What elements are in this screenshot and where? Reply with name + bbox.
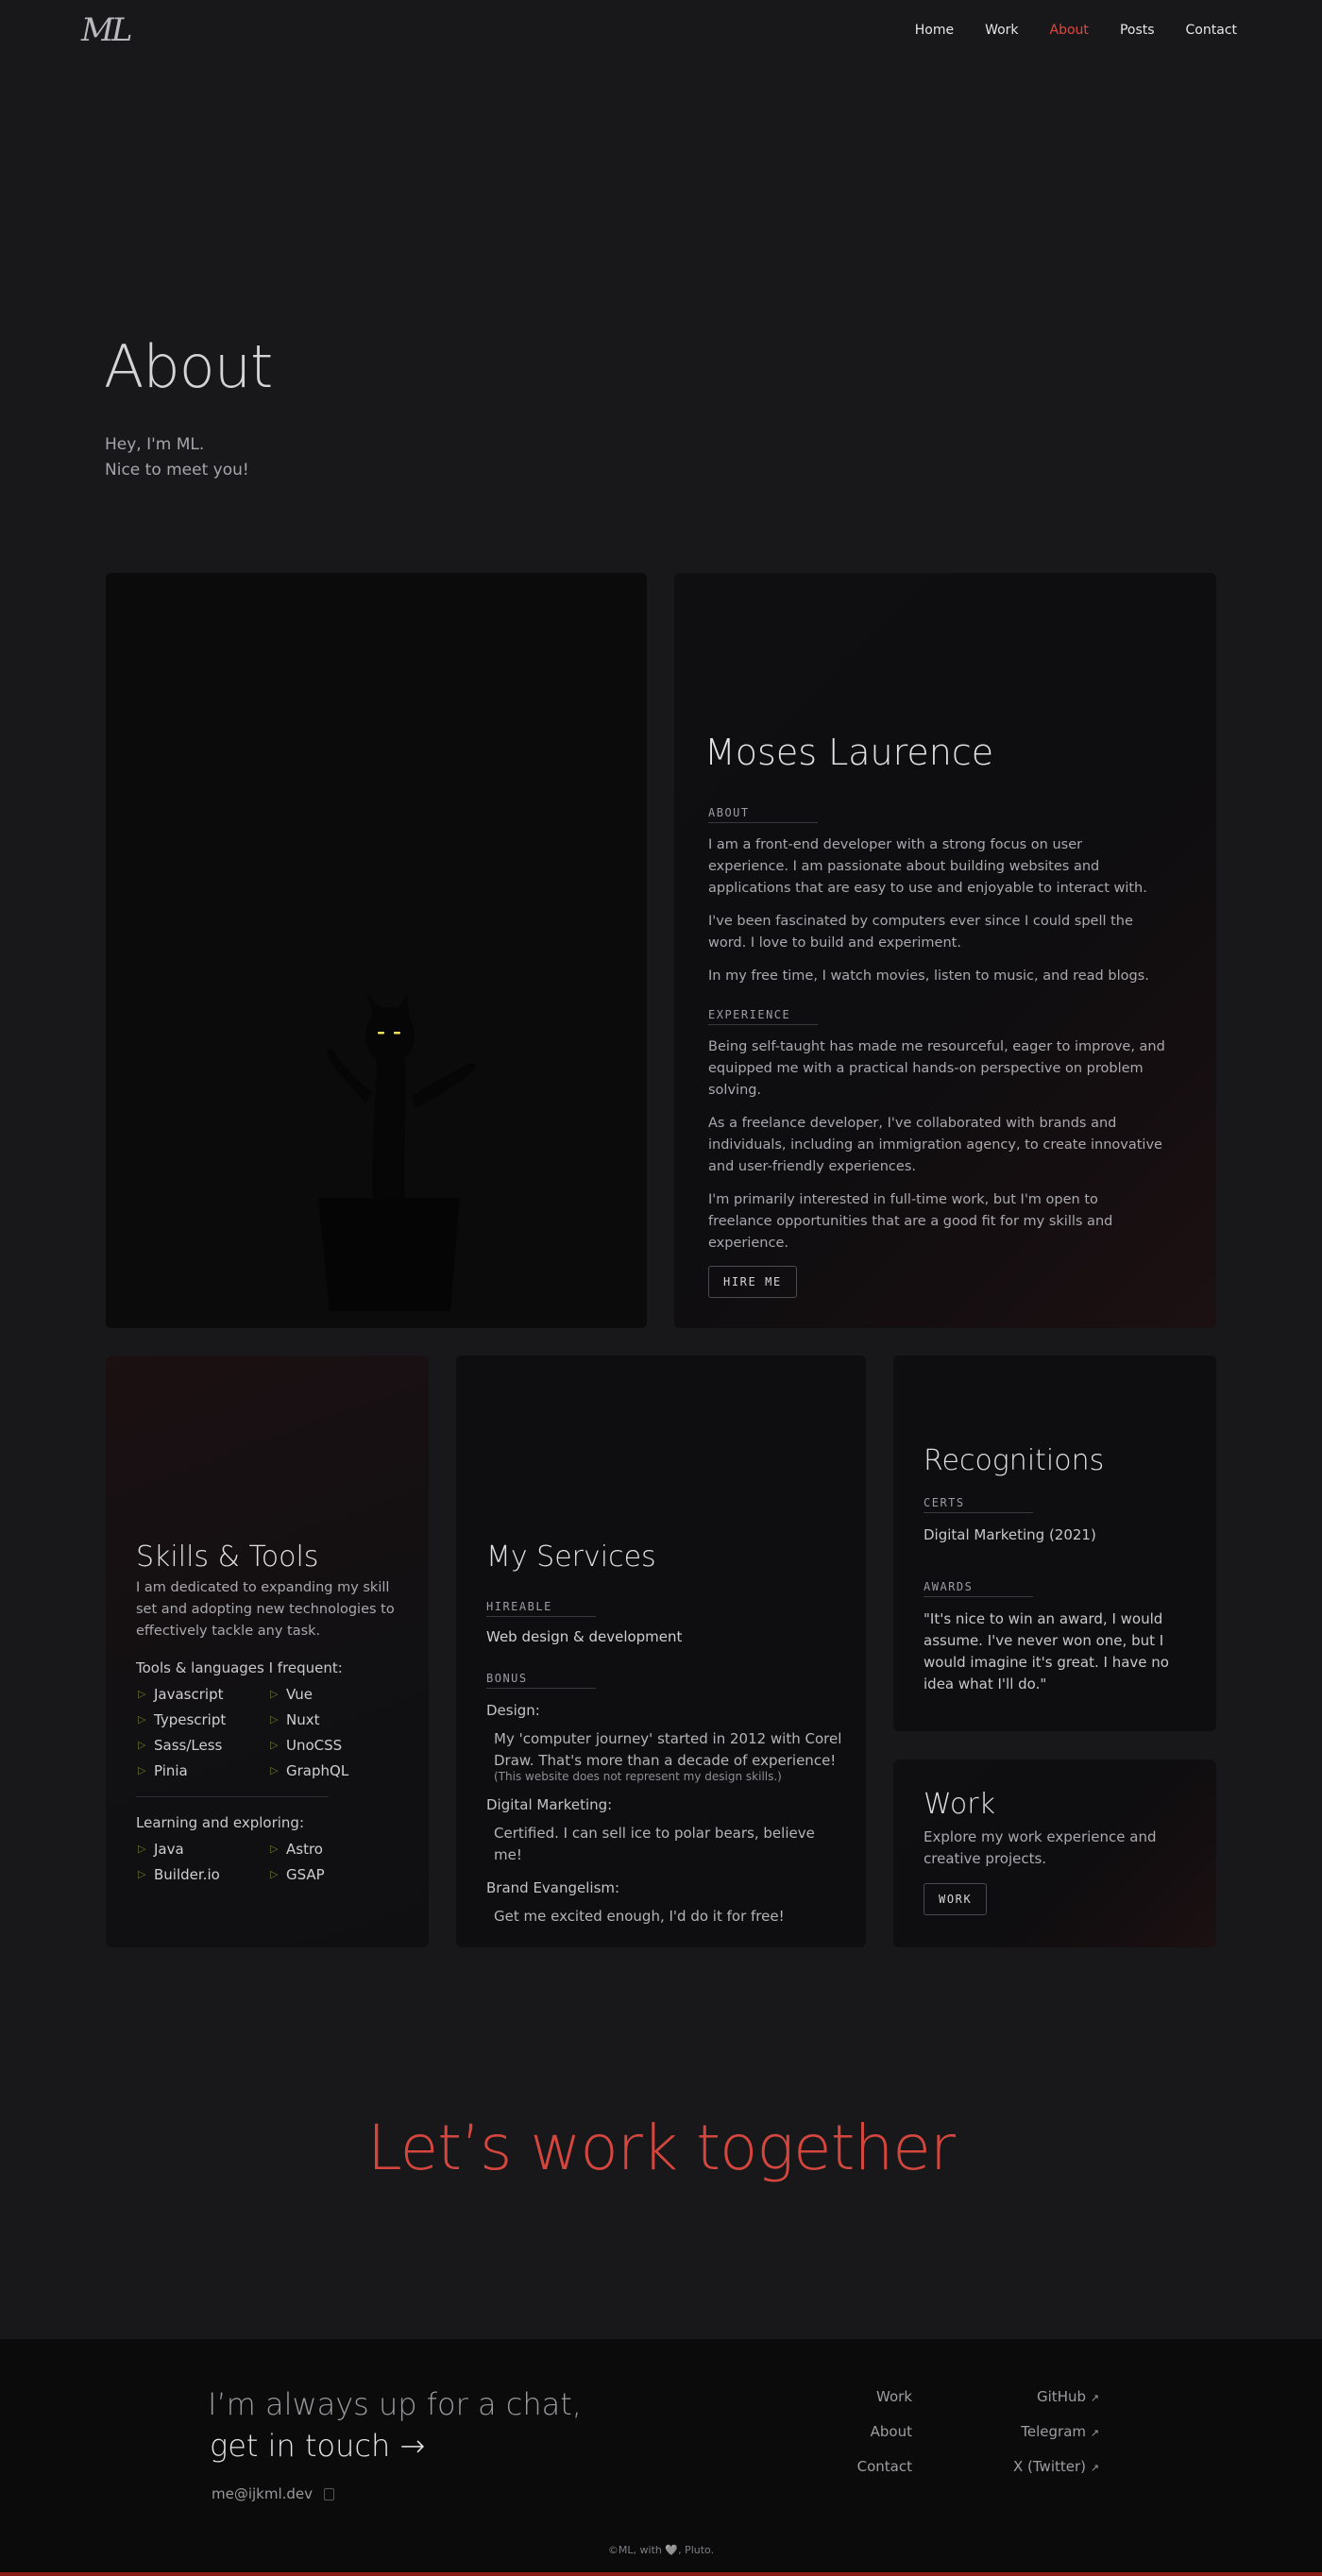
about-paragraph: I am a front-end developer with a strong…: [708, 837, 1147, 896]
footer-nav: Work About Contact: [857, 2388, 912, 2475]
work-description: Explore my work experience and creative …: [924, 1828, 1157, 1867]
footer-link-work[interactable]: Work: [857, 2388, 912, 2405]
email-address[interactable]: me@ijkml.dev: [212, 2485, 313, 2502]
site-logo[interactable]: ML: [81, 11, 132, 49]
hire-me-button[interactable]: HIRE ME: [708, 1266, 797, 1298]
external-link-icon: ↗: [1090, 2392, 1099, 2404]
experience-paragraph: Being self-taught has made me resourcefu…: [708, 1039, 1165, 1098]
awards-label: AWARDS: [924, 1580, 1033, 1597]
nav-links: Home Work About Posts Contact: [915, 23, 1237, 38]
nav-link-posts[interactable]: Posts: [1120, 23, 1155, 38]
top-nav: ML Home Work About Posts Contact: [0, 0, 1322, 64]
footer: I’m always up for a chat, get in touch →…: [0, 2339, 1322, 2576]
nav-link-home[interactable]: Home: [915, 23, 954, 38]
bio-card: Moses Laurence ABOUT I am a front-end de…: [674, 573, 1216, 1328]
get-in-touch-link[interactable]: get in touch →: [210, 2428, 425, 2464]
skill-item: UnoCSS: [268, 1737, 400, 1754]
skill-item: Java: [136, 1841, 268, 1858]
services-title: My Services: [486, 1541, 656, 1574]
about-label: ABOUT: [708, 806, 818, 823]
learning-list: Java Astro Builder.io GSAP: [136, 1841, 410, 1883]
external-link-icon: ↗: [1090, 2462, 1099, 2474]
skill-item: Builder.io: [136, 1866, 268, 1883]
footer-link-telegram[interactable]: Telegram ↗: [1013, 2423, 1099, 2440]
frequent-tools-label: Tools & languages I frequent:: [136, 1659, 343, 1676]
bio-name: Moses Laurence: [704, 732, 994, 773]
footer-link-about[interactable]: About: [857, 2423, 912, 2440]
skills-divider: [136, 1796, 329, 1797]
skills-content: Skills & Tools I am dedicated to expandi…: [136, 1541, 410, 1883]
nav-link-work[interactable]: Work: [985, 23, 1018, 38]
about-paragraph: I've been fascinated by computers ever s…: [708, 914, 1133, 951]
experience-paragraph: As a freelance developer, I've collabora…: [708, 1116, 1162, 1174]
experience-label: EXPERIENCE: [708, 1008, 818, 1025]
nav-link-contact[interactable]: Contact: [1186, 23, 1237, 38]
footer-email: me@ijkml.dev: [212, 2485, 335, 2502]
hireable-label: HIREABLE: [486, 1600, 596, 1617]
skill-item: GSAP: [268, 1866, 400, 1883]
skill-item: GraphQL: [268, 1762, 400, 1779]
bottom-accent-bar: [0, 2572, 1322, 2576]
work-content: Work Explore my work experience and crea…: [924, 1788, 1197, 1915]
skill-item: Vue: [268, 1686, 400, 1703]
design-note: (This website does not represent my desi…: [494, 1770, 782, 1783]
award-quote: "It's nice to win an award, I would assu…: [924, 1610, 1169, 1692]
learning-label: Learning and exploring:: [136, 1814, 305, 1831]
copyright: ©ML, with 🩶, Pluto.: [607, 2544, 715, 2556]
recognitions-title: Recognitions: [924, 1444, 1105, 1477]
footer-link-github[interactable]: GitHub ↗: [1013, 2388, 1099, 2405]
work-title: Work: [924, 1788, 995, 1821]
skills-card: Skills & Tools I am dedicated to expandi…: [106, 1355, 429, 1947]
footer-link-contact[interactable]: Contact: [857, 2458, 912, 2475]
groot-figure-illustration: [318, 992, 476, 1311]
marketing-text: Certified. I can sell ice to polar bears…: [494, 1825, 815, 1863]
portrait-card: [106, 573, 647, 1328]
brand-heading: Brand Evangelism:: [486, 1879, 620, 1896]
services-card: My Services HIREABLE Web design & develo…: [456, 1355, 866, 1947]
skill-item: Javascript: [136, 1686, 268, 1703]
certs-label: CERTS: [924, 1496, 1033, 1513]
nav-link-about[interactable]: About: [1050, 23, 1089, 38]
twitter-label: X (Twitter): [1012, 2458, 1086, 2475]
design-text: My 'computer journey' started in 2012 wi…: [494, 1730, 842, 1769]
skill-item: Typescript: [136, 1711, 268, 1728]
hero-greeting-2: Nice to meet you!: [105, 461, 249, 480]
skill-item: Astro: [268, 1841, 400, 1858]
design-heading: Design:: [486, 1702, 540, 1719]
skills-title: Skills & Tools: [136, 1541, 319, 1574]
github-label: GitHub: [1037, 2388, 1086, 2405]
skill-item: Sass/Less: [136, 1737, 268, 1754]
frequent-tools-list: Javascript Vue Typescript Nuxt Sass/Less…: [136, 1686, 410, 1779]
work-card: Work Explore my work experience and crea…: [893, 1759, 1216, 1947]
skill-item: Nuxt: [268, 1711, 400, 1728]
services-content: My Services HIREABLE Web design & develo…: [486, 1541, 845, 1928]
footer-link-twitter[interactable]: X (Twitter) ↗: [1013, 2458, 1099, 2475]
work-button[interactable]: WORK: [924, 1883, 988, 1915]
hero-greeting: Hey, I'm ML.: [105, 435, 205, 454]
recognitions-card: Recognitions CERTS Digital Marketing (20…: [893, 1355, 1216, 1731]
skill-item: Pinia: [136, 1762, 268, 1779]
page-title: About: [104, 332, 273, 401]
bonus-label: BONUS: [486, 1672, 596, 1689]
skills-description: I am dedicated to expanding my skill set…: [136, 1580, 395, 1639]
recognitions-content: Recognitions CERTS Digital Marketing (20…: [924, 1444, 1197, 1695]
copy-icon[interactable]: [324, 2488, 335, 2500]
hireable-service: Web design & development: [486, 1628, 683, 1645]
experience-paragraph: I'm primarily interested in full-time wo…: [708, 1192, 1113, 1251]
footer-tagline: I’m always up for a chat,: [208, 2386, 582, 2422]
bio-body: ABOUT I am a front-end developer with a …: [708, 802, 1165, 1298]
cta-heading: Let’s work together: [366, 2112, 956, 2184]
external-link-icon: ↗: [1090, 2427, 1099, 2439]
marketing-heading: Digital Marketing:: [486, 1796, 613, 1813]
hero-subtitle: Hey, I'm ML. Nice to meet you!: [105, 432, 249, 483]
cert-item: Digital Marketing (2021): [924, 1526, 1096, 1543]
telegram-label: Telegram: [1021, 2423, 1086, 2440]
footer-social: GitHub ↗ Telegram ↗ X (Twitter) ↗: [1013, 2388, 1099, 2475]
brand-text: Get me excited enough, I'd do it for fre…: [494, 1908, 785, 1925]
about-paragraph: In my free time, I watch movies, listen …: [708, 968, 1149, 984]
